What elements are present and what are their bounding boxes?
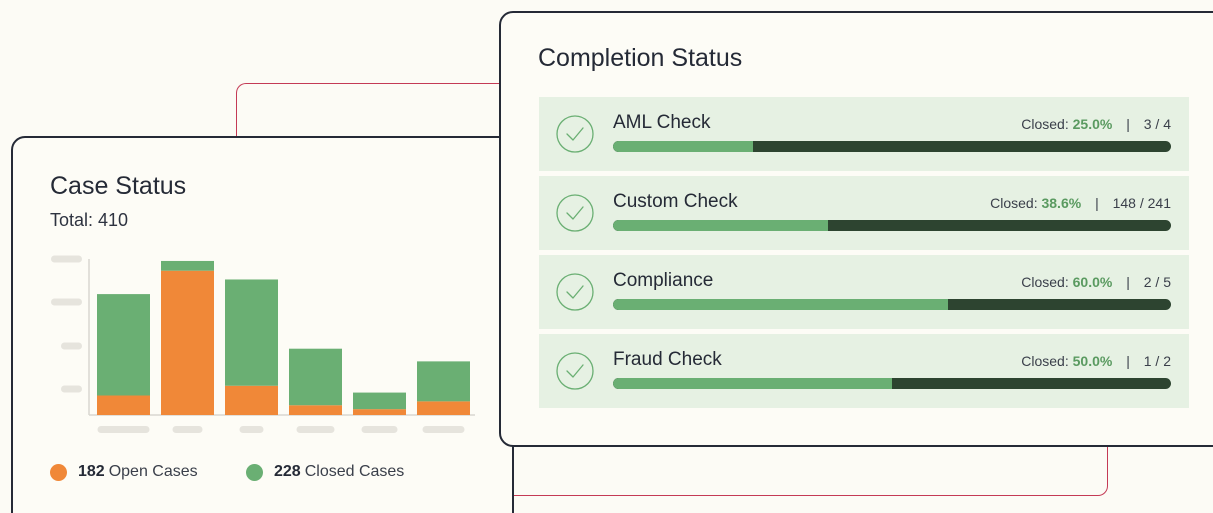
bar-segment-open <box>289 405 342 415</box>
chart-y-tick-placeholder <box>51 298 82 306</box>
progress-bar-fill <box>613 299 948 310</box>
closed-prefix: Closed: <box>1021 353 1069 369</box>
open-cases-label: Open Cases <box>108 463 198 480</box>
check-circle-icon <box>556 352 594 390</box>
completion-row-name: Compliance <box>613 270 714 291</box>
chart-y-tick-placeholder <box>51 255 82 263</box>
chart-y-tick-placeholder <box>61 385 82 393</box>
progress-bar <box>613 378 1171 389</box>
open-cases-dot-icon <box>50 463 67 481</box>
progress-bar-fill <box>613 141 753 152</box>
closed-percent: 25.0% <box>1072 116 1113 132</box>
bar-segment-closed <box>289 348 342 406</box>
check-circle-icon <box>556 115 594 153</box>
stats-separator: | <box>1126 353 1130 369</box>
completion-row-name: AML Check <box>613 112 711 133</box>
case-status-card: Case Status Total: 410 182 Open Cases 22… <box>11 136 514 513</box>
completion-status-title: Completion Status <box>538 44 743 72</box>
closed-cases-label: Closed Cases <box>304 463 405 480</box>
bar-segment-closed <box>225 279 278 386</box>
completion-row-fraud-check: Fraud Check Closed: 50.0% | 1 / 2 <box>539 334 1189 408</box>
closed-percent: 50.0% <box>1072 353 1113 369</box>
bar-segment-closed <box>161 260 214 271</box>
progress-bar-fill <box>613 378 892 389</box>
legend-open-cases: 182 Open Cases <box>50 463 198 481</box>
closed-fraction: 1 / 2 <box>1143 353 1171 369</box>
bar-segment-open <box>225 385 278 415</box>
completion-row-stats: Closed: 38.6% | 148 / 241 <box>990 195 1171 211</box>
completion-row-compliance: Compliance Closed: 60.0% | 2 / 5 <box>539 255 1189 329</box>
stats-separator: | <box>1126 274 1130 290</box>
case-status-chart <box>51 255 475 433</box>
completion-status-card: Completion Status AML Check Closed: 25.0… <box>499 11 1213 447</box>
completion-row-stats: Closed: 50.0% | 1 / 2 <box>1021 353 1171 369</box>
progress-bar-fill <box>613 220 829 231</box>
closed-fraction: 2 / 5 <box>1143 274 1171 290</box>
progress-bar <box>613 220 1171 231</box>
chart-x-tick-placeholder <box>97 426 150 433</box>
completion-row-aml-check: AML Check Closed: 25.0% | 3 / 4 <box>539 97 1189 171</box>
completion-row-name: Fraud Check <box>613 349 722 370</box>
check-circle-icon <box>556 273 594 311</box>
chart-x-tick-placeholder <box>296 426 335 433</box>
progress-bar <box>613 141 1171 152</box>
closed-fraction: 148 / 241 <box>1112 195 1171 211</box>
completion-row-stats: Closed: 60.0% | 2 / 5 <box>1021 274 1171 290</box>
completion-row-stats: Closed: 25.0% | 3 / 4 <box>1021 116 1171 132</box>
bar-segment-open <box>161 270 214 415</box>
closed-percent: 60.0% <box>1072 274 1113 290</box>
bar-segment-open <box>97 395 150 415</box>
bar-segment-open <box>417 401 470 415</box>
chart-y-tick-placeholder <box>61 342 82 350</box>
bar-segment-closed <box>97 294 150 396</box>
legend-closed-cases: 228 Closed Cases <box>246 463 404 481</box>
closed-fraction: 3 / 4 <box>1143 116 1171 132</box>
chart-x-tick-placeholder <box>239 426 264 433</box>
bar-segment-closed <box>353 392 406 410</box>
progress-bar <box>613 299 1171 310</box>
completion-row-name: Custom Check <box>613 191 738 212</box>
stats-separator: | <box>1095 195 1099 211</box>
bar-segment-closed <box>417 361 470 402</box>
stats-separator: | <box>1126 116 1130 132</box>
check-circle-icon <box>556 194 594 232</box>
chart-x-tick-placeholder <box>422 426 465 433</box>
open-cases-count: 182 <box>78 463 105 480</box>
bar-segment-open <box>353 409 406 415</box>
closed-prefix: Closed: <box>1021 274 1069 290</box>
completion-row-custom-check: Custom Check Closed: 38.6% | 148 / 241 <box>539 176 1189 250</box>
chart-x-tick-placeholder <box>361 426 398 433</box>
closed-prefix: Closed: <box>1021 116 1069 132</box>
closed-percent: 38.6% <box>1041 195 1082 211</box>
closed-cases-count: 228 <box>274 463 301 480</box>
closed-cases-dot-icon <box>246 463 263 481</box>
dashboard-canvas: Case Status Total: 410 182 Open Cases 22… <box>0 0 1213 513</box>
chart-x-tick-placeholder <box>172 426 203 433</box>
closed-prefix: Closed: <box>990 195 1038 211</box>
